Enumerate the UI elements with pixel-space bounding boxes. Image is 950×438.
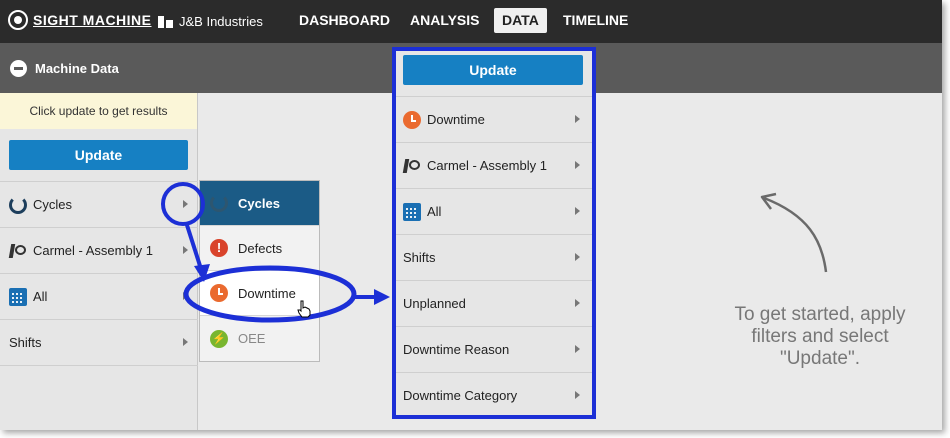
chevron-right-icon[interactable]: [575, 207, 580, 215]
menu-item-label: OEE: [238, 331, 266, 346]
update-button[interactable]: Update: [403, 55, 583, 85]
bolt-icon: ⚡: [210, 329, 228, 348]
empty-state-line: To get started, apply: [734, 304, 906, 325]
chevron-right-icon[interactable]: [575, 299, 580, 307]
menu-item-oee[interactable]: ⚡ OEE: [200, 316, 319, 361]
filter-label: Carmel - Assembly 1: [427, 158, 547, 173]
chevron-right-icon[interactable]: [183, 292, 188, 300]
nav-timeline[interactable]: TIMELINE: [555, 8, 636, 33]
cycle-icon: [210, 194, 228, 212]
nav-data[interactable]: DATA: [494, 8, 547, 33]
filter-label: Shifts: [403, 250, 436, 265]
calendar-icon: [9, 287, 27, 306]
filter-label: Downtime Reason: [403, 342, 510, 357]
brand-name: SIGHT MACHINE: [33, 12, 152, 28]
empty-state-line: filters and select: [751, 326, 889, 347]
filter-panel: Click update to get results Update Cycle…: [0, 93, 198, 430]
clock-icon: [403, 110, 421, 129]
calendar-icon: [403, 202, 421, 221]
filter-label: Unplanned: [403, 296, 466, 311]
robot-arm-icon: [403, 157, 421, 175]
filter-row-planned[interactable]: Unplanned: [396, 280, 592, 326]
hand-cursor-icon: [297, 300, 311, 318]
clock-icon: [210, 284, 228, 302]
filter-label: Carmel - Assembly 1: [33, 243, 153, 258]
chevron-right-icon[interactable]: [575, 345, 580, 353]
page-title: Machine Data: [10, 60, 119, 77]
filter-label: Cycles: [33, 197, 73, 212]
filter-row-data-type[interactable]: Cycles: [0, 181, 198, 227]
arrow-head-icon: [760, 192, 777, 210]
filter-label: Shifts: [9, 335, 42, 350]
divider: [0, 365, 198, 366]
nav-analysis[interactable]: ANALYSIS: [402, 8, 488, 33]
chevron-right-icon[interactable]: [183, 246, 188, 254]
curved-arrow-icon: [763, 196, 828, 273]
sight-machine-logo-icon: [8, 10, 28, 30]
filter-label: Downtime Category: [403, 388, 518, 403]
menu-item-cycles[interactable]: Cycles: [200, 181, 319, 226]
menu-item-label: Downtime: [238, 285, 296, 301]
page-title-label: Machine Data: [35, 61, 119, 76]
update-hint: Click update to get results: [0, 93, 197, 129]
factory-icon: [158, 15, 173, 28]
chevron-right-icon[interactable]: [183, 200, 188, 208]
menu-item-defects[interactable]: ! Defects: [200, 226, 319, 271]
arrow-head-icon: [374, 289, 390, 305]
filter-label: All: [427, 204, 442, 219]
filter-row-shifts[interactable]: Shifts: [0, 319, 198, 365]
app-window: SIGHT MACHINE J&B Industries DASHBOARD A…: [0, 0, 942, 430]
chevron-right-icon[interactable]: [575, 391, 580, 399]
filter-row-machine[interactable]: Carmel - Assembly 1: [0, 227, 198, 273]
chevron-right-icon[interactable]: [575, 253, 580, 261]
empty-state-message: To get started, apply filters and select…: [715, 304, 925, 370]
empty-state-line: "Update".: [779, 348, 861, 369]
cycle-icon: [9, 195, 27, 214]
robot-arm-icon: [9, 242, 27, 260]
company-selector[interactable]: J&B Industries: [158, 14, 263, 29]
company-name: J&B Industries: [179, 14, 263, 29]
filter-label: Downtime: [427, 112, 485, 127]
menu-item-label: Cycles: [238, 195, 280, 211]
chevron-right-icon[interactable]: [575, 161, 580, 169]
filter-row-data-type[interactable]: Downtime: [396, 96, 592, 142]
filter-row-downtime-category[interactable]: Downtime Category: [396, 372, 592, 418]
menu-item-label: Defects: [238, 240, 283, 256]
top-nav-bar: SIGHT MACHINE J&B Industries DASHBOARD A…: [0, 0, 942, 43]
chevron-right-icon[interactable]: [183, 338, 188, 346]
filter-row-downtime-reason[interactable]: Downtime Reason: [396, 326, 592, 372]
downtime-filter-panel: Update Downtime Carmel - Assembly 1 All …: [392, 47, 596, 419]
machine-data-icon: [10, 60, 27, 77]
filter-label: All: [33, 289, 48, 304]
filter-row-date[interactable]: All: [0, 273, 198, 319]
filter-row-shifts[interactable]: Shifts: [396, 234, 592, 280]
nav-dashboard[interactable]: DASHBOARD: [291, 8, 398, 33]
update-button[interactable]: Update: [9, 140, 188, 170]
data-type-menu: Cycles ! Defects Downtime ⚡ OEE: [199, 180, 320, 362]
chevron-right-icon[interactable]: [575, 115, 580, 123]
filter-row-machine[interactable]: Carmel - Assembly 1: [396, 142, 592, 188]
brand-logo[interactable]: SIGHT MACHINE: [8, 10, 152, 30]
alert-icon: !: [210, 239, 228, 257]
filter-row-date[interactable]: All: [396, 188, 592, 234]
